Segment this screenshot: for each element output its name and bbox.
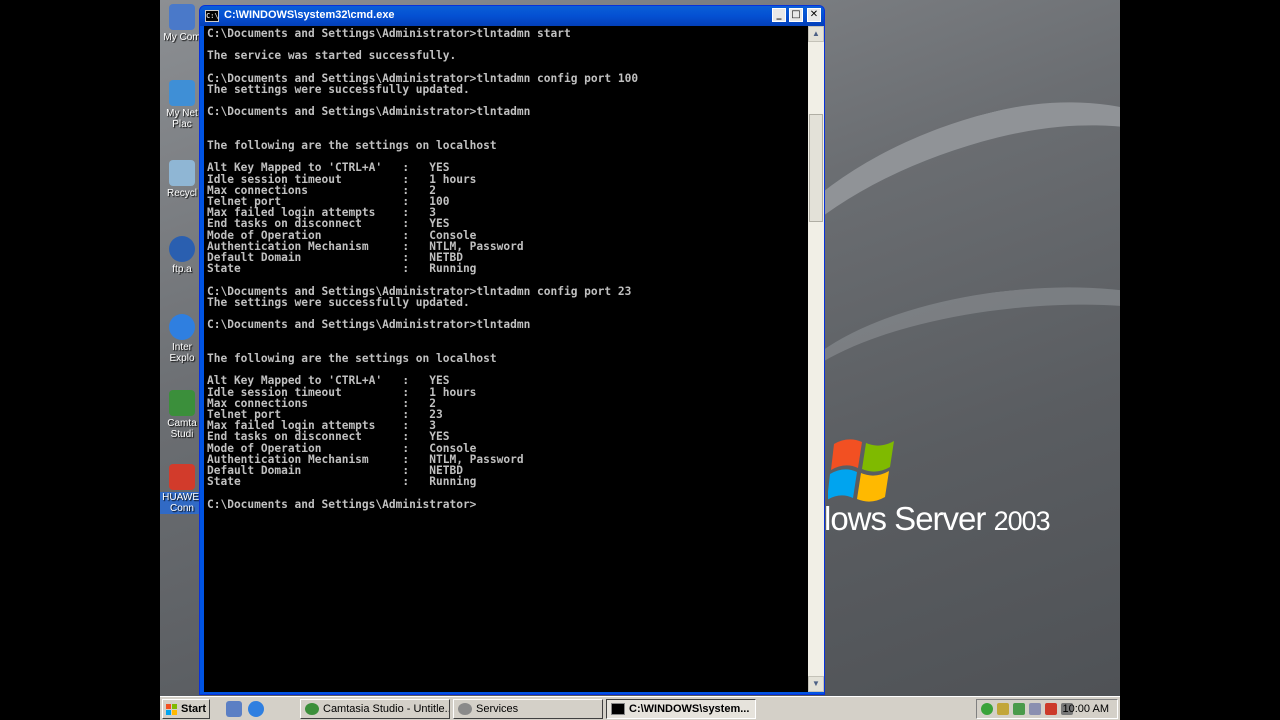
cmd-icon: [611, 703, 625, 715]
start-label: Start: [181, 703, 207, 715]
task-label: C:\WINDOWS\system...: [629, 703, 750, 715]
console-line: C:\Documents and Settings\Administrator>…: [207, 318, 531, 332]
internet-explorer-quicklaunch-icon[interactable]: [248, 701, 264, 717]
console-line: The following are the settings on localh…: [207, 351, 497, 365]
tray-app-icon[interactable]: [1045, 703, 1057, 715]
desktop-icon-label: Recycl: [166, 188, 197, 199]
cmd-titlebar[interactable]: C:\ C:\WINDOWS\system32\cmd.exe _ □ ✕: [200, 6, 824, 26]
task-camtasia[interactable]: Camtasia Studio - Untitle...: [300, 699, 450, 719]
system-tray: 10:00 AM: [976, 699, 1118, 719]
console-line: The settings were successfully updated.: [207, 295, 470, 309]
scroll-down-icon[interactable]: ▼: [808, 676, 824, 692]
console-line: Alt Key Mapped to 'CTRL+A' : YES: [207, 374, 450, 388]
windows-flag-icon: [166, 704, 177, 715]
console-line: The service was started successfully.: [207, 49, 457, 63]
console-line: The following are the settings on localh…: [207, 139, 497, 153]
tray-app-icon[interactable]: [1029, 703, 1041, 715]
vertical-scrollbar[interactable]: ▲ ▼: [808, 26, 824, 692]
desktop-icon-label: ftp.a: [172, 264, 192, 275]
tray-app-icon[interactable]: [1013, 703, 1025, 715]
camtasia-icon: [169, 390, 195, 416]
console-line: Alt Key Mapped to 'CTRL+A' : YES: [207, 161, 450, 175]
task-services[interactable]: Services: [453, 699, 603, 719]
console-line: C:\Documents and Settings\Administrator>…: [207, 28, 571, 40]
desktop-icon-label: My Net Plac: [166, 108, 198, 130]
window-title: C:\WINDOWS\system32\cmd.exe: [224, 9, 395, 21]
huawei-connect-icon: [169, 464, 195, 490]
console-line: The settings were successfully updated.: [207, 83, 470, 97]
services-gear-icon: [458, 703, 472, 715]
task-label: Services: [476, 703, 519, 715]
desktop-icon-label: Inter Explo: [169, 342, 195, 364]
tray-app-icon[interactable]: [997, 703, 1009, 715]
desktop-icon-label: HUAWEI Conn: [160, 492, 204, 514]
minimize-button[interactable]: _: [772, 8, 786, 22]
my-computer-icon: [169, 4, 195, 30]
console-output: C:\Documents and Settings\Administrator>…: [207, 28, 805, 692]
desktop-icon-internet-explorer[interactable]: Inter Explo: [160, 314, 204, 364]
desktop-icon-ftp[interactable]: ftp.a: [160, 236, 204, 275]
cmd-window-icon: C:\: [205, 10, 219, 22]
desktop-icon-label: My Com: [163, 32, 201, 43]
scrollbar-thumb[interactable]: [809, 114, 823, 222]
task-label: Camtasia Studio - Untitle...: [323, 703, 450, 715]
network-status-icon[interactable]: [981, 703, 993, 715]
console-line: End tasks on disconnect : YES: [207, 217, 450, 231]
recycle-bin-icon: [169, 160, 195, 186]
close-button[interactable]: ✕: [807, 8, 821, 22]
task-cmd[interactable]: C:\WINDOWS\system...: [606, 699, 756, 719]
desktop-icon-huawei[interactable]: HUAWEI Conn: [160, 464, 204, 514]
wallpaper-brand-text: lows Server 2003: [824, 500, 1051, 537]
console-area[interactable]: C:\Documents and Settings\Administrator>…: [204, 26, 808, 692]
clock[interactable]: 10:00 AM: [1063, 703, 1109, 715]
show-desktop-icon[interactable]: [226, 701, 242, 717]
maximize-button[interactable]: □: [789, 8, 803, 22]
console-line: End tasks on disconnect : YES: [207, 430, 450, 444]
start-button[interactable]: Start: [162, 699, 210, 719]
ftp-shortcut-icon: [169, 236, 195, 262]
console-line: State : Running: [207, 262, 477, 276]
desktop-icon-label: Camta Studi: [167, 418, 197, 440]
desktop-icon-my-network-places[interactable]: My Net Plac: [160, 80, 204, 130]
console-line: C:\Documents and Settings\Administrator>: [207, 497, 477, 511]
console-line: State : Running: [207, 475, 477, 489]
network-places-icon: [169, 80, 195, 106]
internet-explorer-icon: [169, 314, 195, 340]
console-line: C:\Documents and Settings\Administrator>…: [207, 105, 531, 119]
cmd-window[interactable]: C:\ C:\WINDOWS\system32\cmd.exe _ □ ✕ C:…: [199, 5, 825, 695]
desktop-icon-my-computer[interactable]: My Com: [160, 4, 204, 43]
camtasia-icon: [305, 703, 319, 715]
desktop-icon-camtasia[interactable]: Camta Studi: [160, 390, 204, 440]
taskbar: Start Camtasia Studio - Untitle... Servi…: [160, 696, 1120, 720]
scroll-up-icon[interactable]: ▲: [808, 26, 824, 42]
desktop-icon-recycle-bin[interactable]: Recycl: [160, 160, 204, 199]
